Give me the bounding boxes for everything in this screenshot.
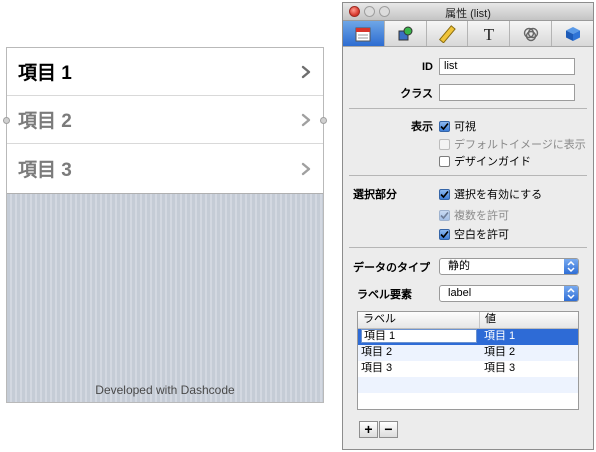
list-item[interactable]: 項目 2 [7,96,323,144]
data-type-popup[interactable]: 静的 [439,258,579,275]
chevron-right-icon [301,65,311,78]
tab-fill-stroke[interactable] [385,21,427,46]
updown-arrows-icon [564,286,578,301]
tab-3d[interactable] [552,21,593,46]
table-header: ラベル 値 [358,312,578,329]
divider [349,175,587,176]
inspector-window: 属性 (list) T ID list クラス 表示 可視 デフォルトイメージに… [342,2,594,450]
id-label: ID [422,60,433,73]
dashcode-canvas[interactable]: 項目 1 項目 2 項目 3 Developed with Dashcode [3,47,327,403]
divider [349,108,587,109]
svg-text:T: T [484,25,495,43]
metrics-icon [439,24,456,43]
tab-behaviors[interactable] [510,21,553,46]
updown-arrows-icon [564,259,578,274]
table-cell[interactable]: 項目 1 [480,329,515,345]
table-cell[interactable]: 項目 2 [358,345,480,361]
list-item[interactable]: 項目 3 [7,144,323,193]
display-label: 表示 [411,121,433,133]
title-bar[interactable]: 属性 (list) [343,3,593,21]
table-row[interactable]: 項目 1 項目 1 [358,329,578,345]
list-item[interactable]: 項目 1 [7,48,323,96]
class-field[interactable] [439,84,575,101]
text-icon: T [484,25,495,43]
visible-label: 可視 [454,121,476,133]
label-element-value: label [448,287,472,299]
list-item-label: 項目 2 [18,111,72,132]
class-label: クラス [400,87,433,100]
design-guide-label: デザインガイド [454,156,531,168]
fill-stroke-icon [398,26,413,40]
table-cell[interactable]: 項目 3 [358,361,480,377]
tab-text[interactable]: T [468,21,511,46]
footer-text: Developed with Dashcode [95,383,235,397]
default-image-label: デフォルトイメージに表示 [454,139,586,151]
table-cell[interactable]: 項目 3 [480,361,515,377]
window-title: 属性 (list) [445,8,491,20]
label-element-popup[interactable]: label [439,285,579,302]
list-item-label: 項目 3 [18,160,72,181]
table-row[interactable]: 項目 2 項目 2 [358,345,578,361]
inspector-tabs: T [343,21,593,47]
allow-empty-checkbox[interactable] [439,228,450,240]
column-header-value[interactable]: 値 [480,312,496,328]
allow-multiple-label: 複数を許可 [454,210,509,222]
add-row-button[interactable]: + [359,421,378,438]
resize-handle-right[interactable] [320,117,327,124]
id-field[interactable]: list [439,58,575,75]
data-type-label: データのタイプ [353,261,430,274]
table-row[interactable]: 項目 3 項目 3 [358,361,578,377]
design-guide-checkbox[interactable] [439,155,450,167]
label-element-label: ラベル要素 [357,288,412,301]
table-cell-edit-input[interactable]: 項目 1 [361,329,477,343]
table-cell[interactable]: 項目 2 [480,345,515,361]
allow-empty-label: 空白を許可 [454,229,509,241]
allow-multiple-checkbox[interactable] [439,209,450,221]
data-type-value: 静的 [448,260,470,272]
3d-box-icon [565,26,580,41]
divider [349,247,587,248]
column-header-label[interactable]: ラベル [358,312,480,328]
resize-handle-left[interactable] [3,117,10,124]
attributes-icon [355,27,371,41]
list-view[interactable]: 項目 1 項目 2 項目 3 [7,48,323,194]
enable-selection-checkbox[interactable] [439,188,450,200]
remove-row-button[interactable]: − [379,421,398,438]
tab-attributes[interactable] [343,21,385,46]
default-image-checkbox[interactable] [439,138,450,150]
list-item-label: 項目 1 [18,63,72,84]
visible-checkbox[interactable] [439,120,450,132]
selection-label: 選択部分 [353,189,397,201]
chevron-right-icon [301,113,311,126]
behaviors-icon [523,27,538,41]
table-row-empty [358,377,578,393]
tab-metrics[interactable] [427,21,469,46]
chevron-right-icon [301,162,311,175]
enable-selection-label: 選択を有効にする [454,189,543,201]
label-value-table[interactable]: ラベル 値 項目 1 項目 1 項目 2 項目 2 項目 3 項目 3 [357,311,579,410]
